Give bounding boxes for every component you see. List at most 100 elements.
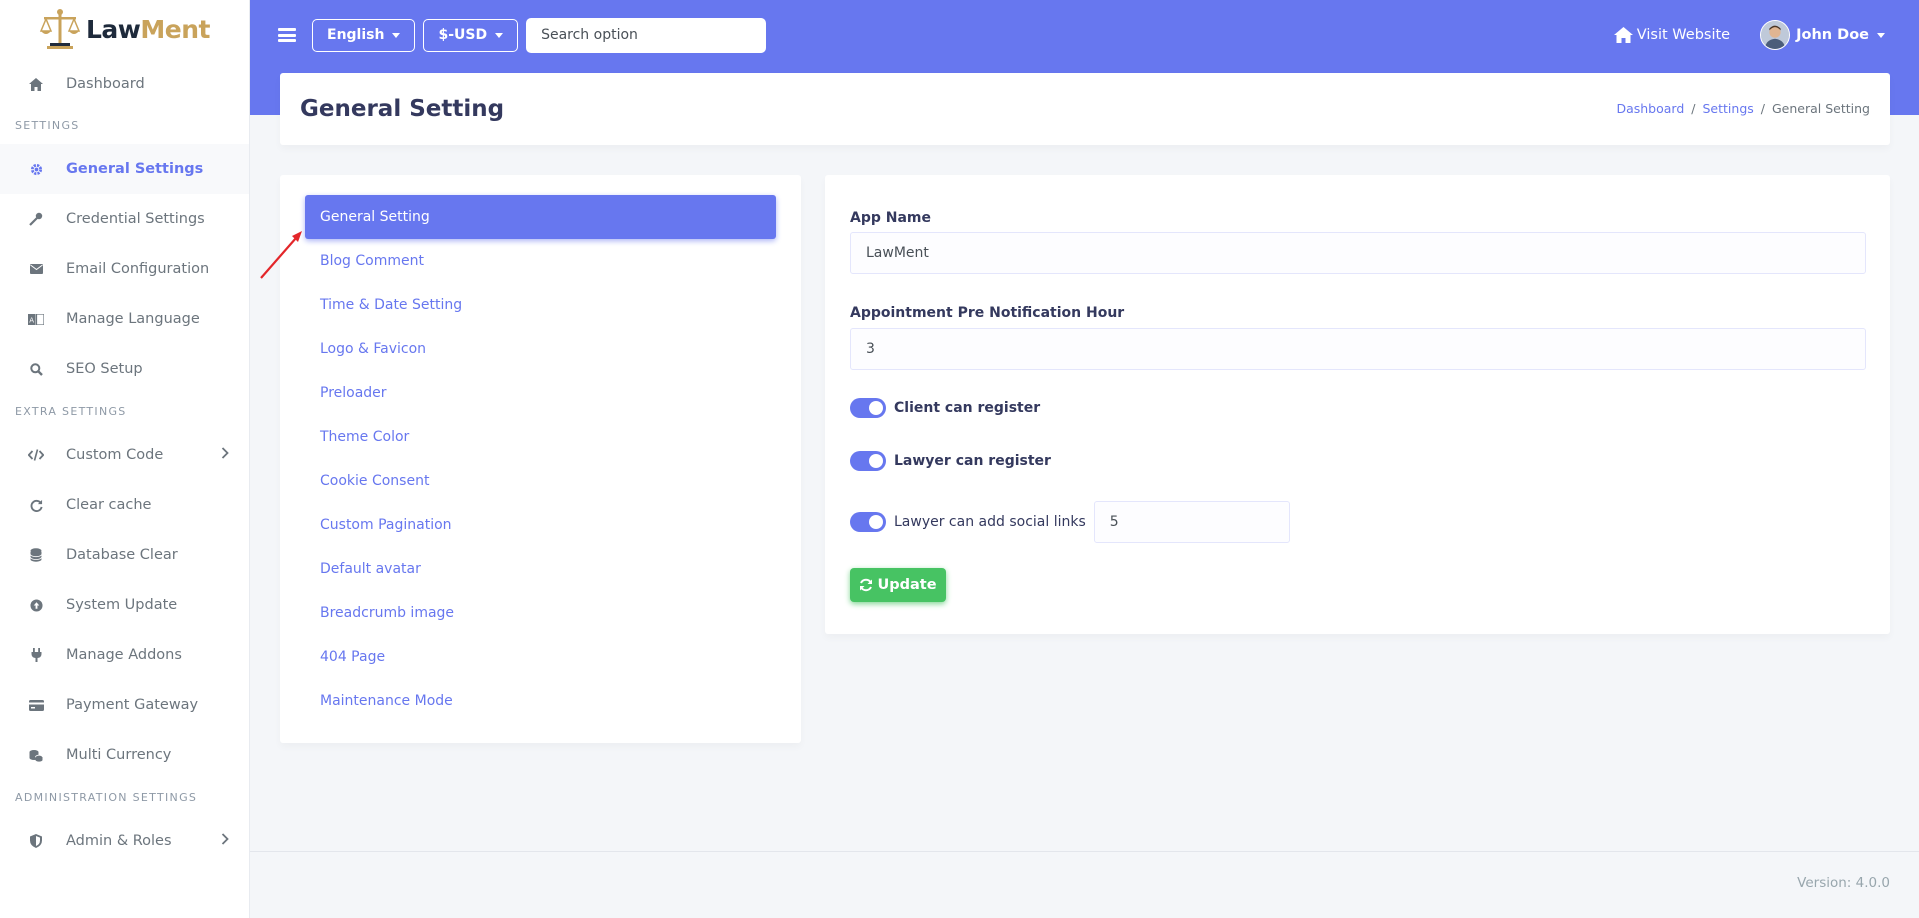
hamburger-menu-icon[interactable] xyxy=(278,28,296,42)
coins-icon xyxy=(28,747,44,763)
currency-dropdown[interactable]: $-USD xyxy=(423,18,519,52)
lawyer-register-row: Lawyer can register xyxy=(850,451,1051,471)
caret-down-icon xyxy=(392,32,401,38)
sidebar-item-database-clear[interactable]: Database Clear xyxy=(0,530,249,580)
language-dropdown[interactable]: English xyxy=(312,18,416,52)
envelope-icon xyxy=(28,261,44,277)
sidebar-item-label: Credential Settings xyxy=(66,211,205,227)
sidebar-item-label: General Settings xyxy=(66,161,204,177)
sidebar-item-label: System Update xyxy=(66,597,178,613)
breadcrumb-current: General Setting xyxy=(1772,101,1870,116)
visit-website-label: Visit Website xyxy=(1636,27,1731,43)
user-menu[interactable]: John Doe xyxy=(1760,20,1885,50)
menu-header-settings: Settings xyxy=(15,118,80,132)
client-register-label: Client can register xyxy=(894,400,1041,416)
menu-header-extra-settings: Extra Settings xyxy=(15,404,127,418)
tab-time-date-setting[interactable]: Time & Date Setting xyxy=(305,283,776,327)
avatar xyxy=(1760,20,1791,50)
sidebar-item-system-update[interactable]: System Update xyxy=(0,580,249,630)
database-icon xyxy=(28,547,44,563)
app-name-label: App Name xyxy=(850,210,931,226)
sidebar-item-label: Admin & Roles xyxy=(66,833,172,849)
notification-hour-field[interactable]: 3 xyxy=(850,328,1866,370)
home-icon xyxy=(28,76,44,92)
lawyer-register-toggle[interactable] xyxy=(850,451,886,471)
sidebar-item-admin-roles[interactable]: Admin & Roles xyxy=(0,816,249,866)
tab-default-avatar[interactable]: Default avatar xyxy=(305,547,776,591)
sidebar-item-custom-code[interactable]: Custom Code xyxy=(0,430,249,480)
social-links-toggle[interactable] xyxy=(850,512,886,532)
social-links-row: Lawyer can add social links 5 xyxy=(850,501,1290,543)
sidebar-item-email-configuration[interactable]: Email Configuration xyxy=(0,244,249,294)
scales-of-justice-logo-icon xyxy=(39,9,81,49)
chevron-right-icon xyxy=(221,447,229,463)
breadcrumb-settings-link[interactable]: Settings xyxy=(1703,101,1754,116)
sidebar-item-label: Custom Code xyxy=(66,447,164,463)
breadcrumb: Dashboard / Settings / General Setting xyxy=(1616,101,1870,116)
sidebar-item-dashboard[interactable]: Dashboard xyxy=(0,59,249,109)
visit-website-link[interactable]: Visit Website xyxy=(1613,27,1731,43)
sidebar-item-credential-settings[interactable]: Credential Settings xyxy=(0,194,249,244)
tab-blog-comment[interactable]: Blog Comment xyxy=(305,239,776,283)
refresh-icon xyxy=(860,578,873,592)
currency-dropdown-label: $-USD xyxy=(438,27,488,43)
refresh-icon xyxy=(28,497,44,513)
tab-custom-pagination[interactable]: Custom Pagination xyxy=(305,503,776,547)
brand-name: LawMent xyxy=(86,14,210,44)
red-annotation-arrow-icon xyxy=(260,231,302,279)
user-name: John Doe xyxy=(1796,27,1869,43)
sidebar-item-label: Multi Currency xyxy=(66,747,172,763)
gear-icon xyxy=(28,161,44,177)
sidebar-item-label: SEO Setup xyxy=(66,361,143,377)
breadcrumb-dashboard-link[interactable]: Dashboard xyxy=(1616,101,1684,116)
upload-icon xyxy=(28,597,44,613)
tab-general-setting[interactable]: General Setting xyxy=(305,195,776,239)
social-links-label: Lawyer can add social links xyxy=(894,514,1086,530)
sidebar-item-label: Manage Addons xyxy=(66,647,182,663)
navbar-right: Visit Website John Doe xyxy=(1613,0,1885,70)
language-icon: A xyxy=(28,311,44,327)
key-icon xyxy=(28,211,44,227)
tab-maintenance-mode[interactable]: Maintenance Mode xyxy=(305,679,776,723)
version-text: Version: 4.0.0 xyxy=(1797,875,1890,891)
sidebar-item-general-settings[interactable]: General Settings xyxy=(0,144,249,194)
section-header: General Setting Dashboard / Settings / G… xyxy=(280,73,1890,145)
caret-down-icon xyxy=(1877,32,1885,38)
footer: Version: 4.0.0 xyxy=(250,851,1919,918)
tab-preloader[interactable]: Preloader xyxy=(305,371,776,415)
menu-header-administration-settings: Administration Settings xyxy=(15,790,198,804)
tab-cookie-consent[interactable]: Cookie Consent xyxy=(305,459,776,503)
tab-404-page[interactable]: 404 Page xyxy=(305,635,776,679)
sidebar-item-payment-gateway[interactable]: Payment Gateway xyxy=(0,680,249,730)
lawyer-register-label: Lawyer can register xyxy=(894,453,1051,469)
sidebar-item-label: Clear cache xyxy=(66,497,152,513)
caret-down-icon xyxy=(495,32,504,38)
sidebar-item-clear-cache[interactable]: Clear cache xyxy=(0,480,249,530)
update-button[interactable]: Update xyxy=(850,568,946,602)
client-register-toggle[interactable] xyxy=(850,398,886,418)
sidebar-item-label: Payment Gateway xyxy=(66,697,199,713)
sidebar-item-manage-addons[interactable]: Manage Addons xyxy=(0,630,249,680)
code-icon xyxy=(28,447,44,463)
settings-tabs-card: General Setting Blog Comment Time & Date… xyxy=(280,175,801,743)
language-dropdown-label: English xyxy=(327,27,385,43)
update-button-label: Update xyxy=(877,577,937,593)
plug-icon xyxy=(28,647,44,663)
tab-breadcrumb-image[interactable]: Breadcrumb image xyxy=(305,591,776,635)
home-icon xyxy=(1613,27,1633,43)
top-navbar: English $-USD Visit Website John Doe xyxy=(250,0,1919,70)
sidebar-item-label: Dashboard xyxy=(66,76,145,92)
sidebar-item-manage-language[interactable]: A Manage Language xyxy=(0,294,249,344)
search-input[interactable] xyxy=(526,17,767,53)
tab-theme-color[interactable]: Theme Color xyxy=(305,415,776,459)
app-name-field[interactable]: LawMent xyxy=(850,232,1866,274)
brand-logo[interactable]: LawMent xyxy=(0,0,249,58)
sidebar-item-seo-setup[interactable]: SEO Setup xyxy=(0,344,249,394)
sidebar-item-multi-currency[interactable]: Multi Currency xyxy=(0,730,249,780)
shield-icon xyxy=(28,833,44,849)
search-icon xyxy=(28,361,44,377)
client-register-row: Client can register xyxy=(850,398,1040,418)
social-links-count-field[interactable]: 5 xyxy=(1093,501,1290,543)
tab-logo-favicon[interactable]: Logo & Favicon xyxy=(305,327,776,371)
svg-text:A: A xyxy=(29,316,34,324)
